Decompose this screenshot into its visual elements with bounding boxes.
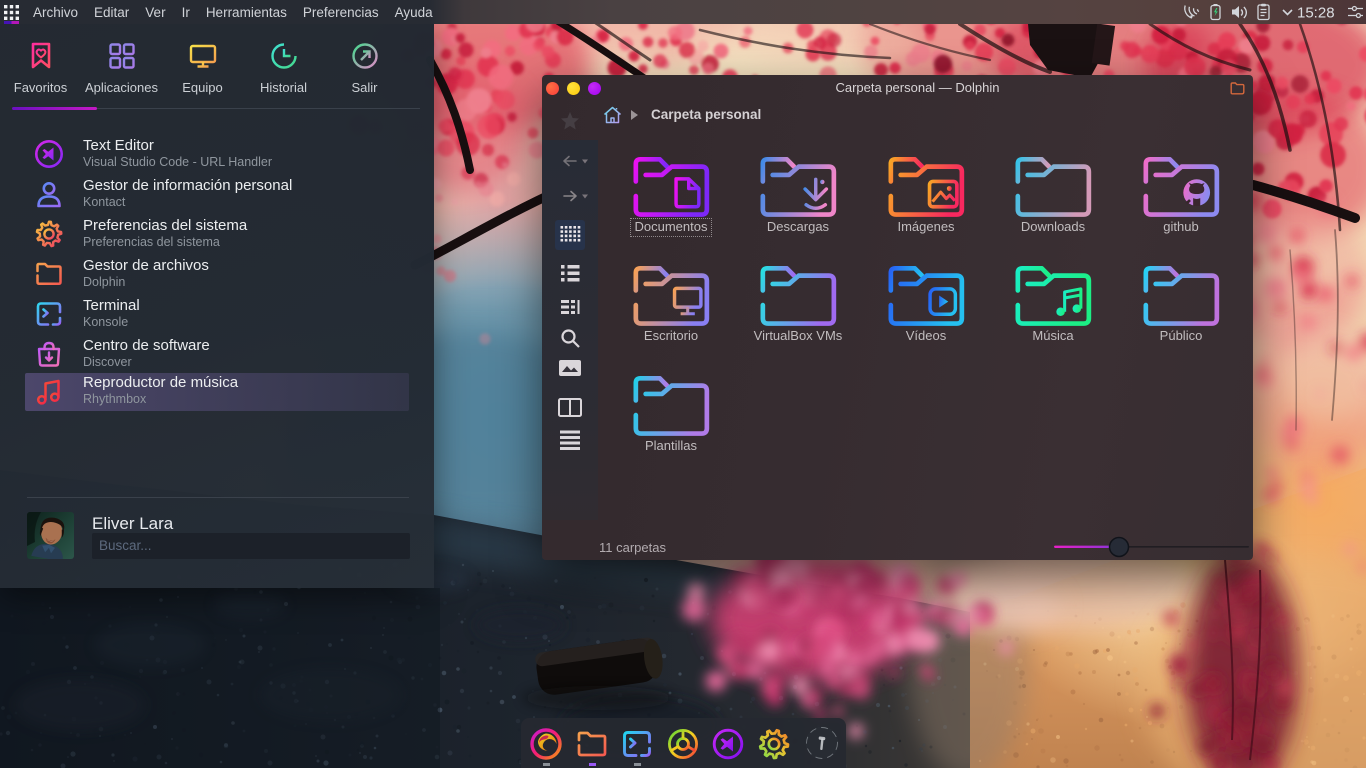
svg-text:15:28: 15:28 [1297,5,1335,22]
